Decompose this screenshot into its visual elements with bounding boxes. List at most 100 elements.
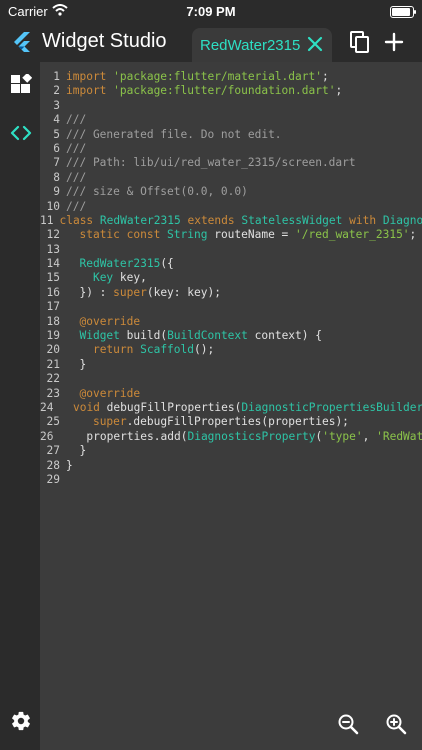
line-number: 21: [46, 357, 60, 371]
code-token: /// Generated file. Do not edit.: [66, 127, 282, 141]
settings-icon[interactable]: [10, 710, 32, 732]
line-text: @override: [66, 315, 140, 329]
line-number: 24: [40, 400, 54, 414]
battery-icon: [390, 6, 416, 18]
code-line: 21 }: [40, 358, 422, 372]
code-line: 11 class RedWater2315 extends StatelessWi…: [40, 214, 422, 228]
flutter-logo-icon: [14, 32, 30, 52]
code-token: routeName =: [214, 228, 296, 242]
code-token: }) :: [66, 285, 114, 299]
line-text: ///: [66, 113, 86, 127]
code-line: 10 ///: [40, 200, 422, 214]
code-line: 20 return Scaffold();: [40, 343, 422, 357]
close-icon[interactable]: [306, 35, 324, 53]
line-number: 6: [53, 141, 60, 155]
code-token: ///: [66, 170, 87, 184]
line-text: /// size & Offset(0.0, 0.0): [66, 185, 248, 199]
code-icon[interactable]: [10, 122, 32, 144]
code-line: 7 /// Path: lib/ui/red_water_2315/screen.…: [40, 156, 422, 170]
code-token: 'package:flutter/material.dart': [113, 70, 322, 83]
line-text: ///: [66, 200, 86, 214]
app-title: Widget Studio: [42, 30, 167, 52]
code-line: 2 import 'package:flutter/foundation.dart…: [40, 84, 422, 98]
code-line: 13: [40, 243, 422, 257]
line-text: RedWater2315({: [66, 257, 173, 271]
code-token: super: [113, 285, 147, 299]
code-token: Widget: [79, 329, 127, 343]
line-number: 29: [46, 472, 60, 486]
line-text: }: [66, 358, 86, 372]
code-token: 'package:flutter/foundation.dart': [113, 84, 336, 98]
code-line: 1 import 'package:flutter/material.dart';: [40, 70, 422, 84]
status-time: 7:09 PM: [186, 4, 236, 19]
left-rail: [0, 62, 40, 750]
battery-fill: [392, 8, 411, 16]
line-number: 17: [46, 300, 60, 314]
code-token: '/red_water_2315': [295, 228, 410, 242]
line-text: /// Generated file. Do not edit.: [66, 128, 282, 142]
line-number: 9: [53, 185, 60, 199]
code-token: ;: [321, 70, 329, 83]
line-text: /// Path: lib/ui/red_water_2315/screen.d…: [66, 156, 356, 170]
line-number: 23: [46, 386, 60, 400]
code-token: /// size & Offset(0.0, 0.0): [66, 185, 248, 199]
code-token: String: [167, 228, 215, 242]
line-number: 11: [40, 213, 54, 227]
code-token: build(: [126, 329, 168, 343]
code-token: DiagnosticPropertiesBuilder: [241, 400, 422, 414]
line-number: 4: [53, 113, 60, 127]
line-text: return Scaffold();: [66, 343, 214, 357]
line-number: 12: [46, 228, 60, 242]
code-line: 3: [40, 99, 422, 113]
code-line: 9 /// size & Offset(0.0, 0.0): [40, 185, 422, 199]
line-number: 15: [46, 271, 60, 285]
code-token: }: [66, 444, 87, 458]
code-line: 12 static const String routeName = '/red…: [40, 228, 422, 242]
line-number: 8: [53, 170, 60, 184]
line-number: 25: [46, 415, 60, 429]
line-text: @override: [66, 387, 140, 401]
line-number: 18: [46, 314, 60, 328]
code-line: 23 @override: [40, 387, 422, 401]
code-token: @override: [79, 314, 141, 328]
copy-icon[interactable]: [348, 30, 372, 54]
code-line: 18 @override: [40, 315, 422, 329]
code-token: 'RedWater231: [376, 429, 422, 443]
code-token: properties.add(: [59, 429, 188, 443]
line-text: super.debugFillProperties(properties);: [66, 415, 349, 429]
code-line: 17: [40, 300, 422, 314]
code-token: import: [66, 84, 114, 98]
code-token: }: [66, 357, 87, 371]
code-token: ;: [409, 228, 417, 242]
code-editor[interactable]: 1 import 'package:flutter/material.dart';…: [40, 62, 422, 750]
code-token: Diagnost: [382, 213, 422, 227]
code-line: 15 Key key,: [40, 271, 422, 285]
code-line: 14 RedWater2315({: [40, 257, 422, 271]
code-token: BuildContext: [167, 329, 255, 343]
line-number: 22: [46, 372, 60, 386]
code-line: 24 void debugFillProperties(DiagnosticPr…: [40, 401, 422, 415]
zoom-in-icon[interactable]: [384, 712, 408, 736]
line-number: 27: [46, 444, 60, 458]
code-token: debugFillProperties(: [106, 400, 242, 414]
code-token: (key: key);: [146, 285, 221, 299]
add-icon[interactable]: [382, 30, 406, 54]
code-line: 6 ///: [40, 142, 422, 156]
code-line: 28}: [40, 459, 422, 473]
code-line: 5 /// Generated file. Do not edit.: [40, 128, 422, 142]
code-token: with: [349, 213, 383, 227]
line-text: Key key,: [66, 271, 147, 285]
code-token: ();: [194, 343, 215, 357]
tab-redwater2315[interactable]: RedWater2315: [192, 28, 332, 62]
line-text: }) : super(key: key);: [66, 285, 221, 300]
zoom-out-icon[interactable]: [336, 712, 360, 736]
code-token: RedWater2315: [79, 257, 161, 271]
widgets-icon[interactable]: [10, 74, 32, 96]
code-token: import: [66, 70, 114, 83]
code-token: return: [92, 343, 141, 357]
